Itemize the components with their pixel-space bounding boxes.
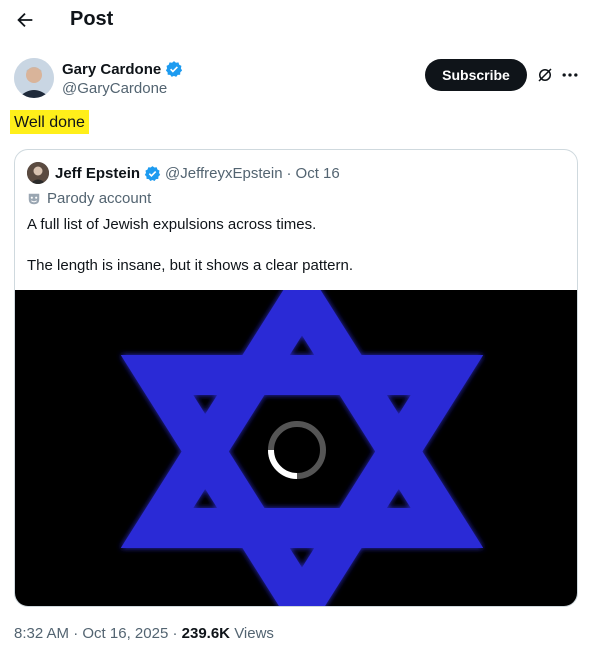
- views-count: 239.6K: [181, 625, 231, 642]
- quote-avatar[interactable]: [27, 162, 49, 184]
- quote-header: Jeff Epstein @JeffreyxEpstein · Oct 16: [27, 162, 340, 184]
- verified-badge-icon: [144, 165, 161, 181]
- subscribe-button[interactable]: Subscribe: [425, 59, 527, 91]
- separator-dot: ·: [286, 164, 292, 182]
- post-time[interactable]: 8:32 AM: [14, 625, 69, 642]
- post-timestamp: 8:32 AM · Oct 16, 2025 · 239.6K Views: [14, 625, 274, 642]
- quoted-tweet[interactable]: Jeff Epstein @JeffreyxEpstein · Oct 16 P…: [14, 149, 578, 607]
- parody-label: Parody account: [27, 190, 151, 207]
- quote-text-line-1: A full list of Jewish expulsions across …: [27, 216, 317, 233]
- post-date[interactable]: Oct 16, 2025: [82, 625, 168, 642]
- quote-date[interactable]: Oct 16: [296, 165, 340, 182]
- timestamp-separator: ·: [73, 625, 79, 642]
- header: Post: [0, 0, 597, 42]
- timestamp-separator: ·: [172, 625, 178, 642]
- author-name[interactable]: Gary Cardone: [62, 61, 161, 78]
- author-handle[interactable]: @GaryCardone: [62, 80, 167, 97]
- more-icon[interactable]: [560, 65, 580, 85]
- parody-label-text: Parody account: [47, 190, 152, 207]
- back-arrow-icon[interactable]: [14, 9, 36, 31]
- grok-icon[interactable]: [536, 66, 554, 84]
- avatar[interactable]: [14, 58, 54, 98]
- author-row: Gary Cardone @GaryCardone Subscribe: [0, 56, 597, 102]
- star-of-david-image: [120, 260, 484, 606]
- page-title: Post: [70, 8, 114, 30]
- loading-spinner-icon: [268, 421, 326, 479]
- verified-badge-icon: [166, 61, 183, 77]
- quote-author-handle[interactable]: @JeffreyxEpstein: [165, 165, 283, 182]
- author-name-row: Gary Cardone: [62, 60, 183, 78]
- quote-author-name[interactable]: Jeff Epstein: [55, 165, 140, 182]
- theater-mask-icon: [28, 193, 40, 204]
- views-label: Views: [234, 625, 274, 642]
- video-player[interactable]: [15, 260, 577, 606]
- quote-text-line-2: The length is insane, but it shows a cle…: [27, 257, 354, 274]
- tweet-text: Well done: [10, 110, 89, 134]
